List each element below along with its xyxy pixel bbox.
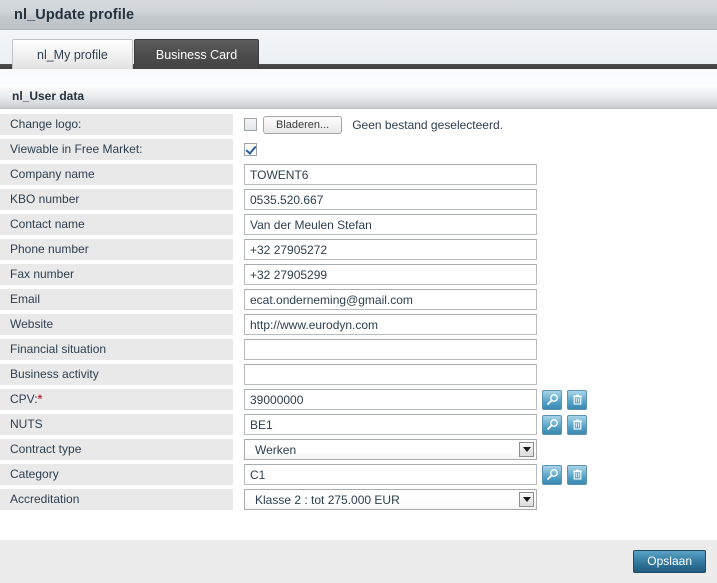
label-financial-situation: Financial situation [0, 339, 233, 360]
label-nuts: NUTS [0, 414, 233, 435]
field-company-name [233, 164, 717, 185]
email-input[interactable] [244, 289, 537, 310]
file-selection-status: Geen bestand geselecteerd. [352, 117, 503, 132]
tab-business-card[interactable]: Business Card [133, 39, 260, 69]
accreditation-select-value: Klasse 2 : tot 275.000 EUR [255, 492, 400, 507]
cpv-input[interactable] [244, 389, 537, 410]
required-marker: * [37, 392, 43, 406]
form-row-contract-type: Contract type Werken [0, 439, 717, 460]
form-row-financial-situation: Financial situation [0, 339, 717, 360]
form-row-business-activity: Business activity [0, 364, 717, 385]
page-title: nl_Update profile [14, 6, 135, 23]
label-category: Category [0, 464, 233, 485]
save-button[interactable]: Opslaan [633, 550, 706, 573]
field-change-logo: Bladeren... Geen bestand geselecteerd. [233, 115, 717, 134]
form-row-company-name: Company name [0, 164, 717, 185]
form-row-contact-name: Contact name [0, 214, 717, 235]
tab-my-profile-label: nl_My profile [37, 48, 108, 62]
trash-icon[interactable] [567, 414, 587, 435]
phone-number-input[interactable] [244, 239, 537, 260]
company-name-input[interactable] [244, 164, 537, 185]
tab-business-card-label: Business Card [155, 48, 238, 62]
search-icon[interactable] [542, 389, 562, 410]
label-business-activity: Business activity [0, 364, 233, 385]
form-row-kbo-number: KBO number [0, 189, 717, 210]
form-row-viewable-free-market: Viewable in Free Market: [0, 139, 717, 160]
label-fax-number: Fax number [0, 264, 233, 285]
form-row-email: Email [0, 289, 717, 310]
field-fax-number [233, 264, 717, 285]
accreditation-select[interactable]: Klasse 2 : tot 275.000 EUR [244, 489, 537, 510]
field-viewable-free-market [233, 143, 717, 156]
nuts-input[interactable] [244, 414, 537, 435]
viewable-free-market-checkbox[interactable] [244, 143, 257, 156]
label-contact-name: Contact name [0, 214, 233, 235]
form-row-change-logo: Change logo: Bladeren... Geen bestand ge… [0, 114, 717, 135]
browse-file-button[interactable]: Bladeren... [263, 115, 343, 134]
section-header-user-data: nl_User data [0, 84, 717, 109]
change-logo-checkbox[interactable] [244, 118, 257, 131]
field-kbo-number [233, 189, 717, 210]
chevron-down-icon[interactable] [519, 492, 534, 507]
field-cpv [233, 389, 717, 410]
label-website: Website [0, 314, 233, 335]
form-row-phone-number: Phone number [0, 239, 717, 260]
field-business-activity [233, 364, 717, 385]
form-row-website: Website [0, 314, 717, 335]
contract-type-select[interactable]: Werken [244, 439, 537, 460]
contact-name-input[interactable] [244, 214, 537, 235]
form-row-accreditation: Accreditation Klasse 2 : tot 275.000 EUR [0, 489, 717, 510]
form-rows-container: Company name KBO number Contact name Phone … [0, 164, 717, 510]
section-header-label: nl_User data [12, 89, 85, 103]
label-accreditation: Accreditation [0, 489, 233, 510]
field-nuts [233, 414, 717, 435]
chevron-down-icon[interactable] [519, 442, 534, 457]
business-card-form: Change logo: Bladeren... Geen bestand ge… [0, 109, 717, 510]
form-footer: Opslaan [0, 539, 717, 583]
financial-situation-input[interactable] [244, 339, 537, 360]
field-accreditation: Klasse 2 : tot 275.000 EUR [233, 489, 717, 510]
kbo-number-input[interactable] [244, 189, 537, 210]
tab-strip: nl_My profile Business Card [0, 30, 717, 69]
website-input[interactable] [244, 314, 537, 335]
fax-number-input[interactable] [244, 264, 537, 285]
field-contact-name [233, 214, 717, 235]
label-viewable-free-market: Viewable in Free Market: [0, 139, 233, 160]
form-row-nuts: NUTS [0, 414, 717, 435]
field-phone-number [233, 239, 717, 260]
form-row-category: Category [0, 464, 717, 485]
label-contract-type: Contract type [0, 439, 233, 460]
trash-icon[interactable] [567, 389, 587, 410]
label-email: Email [0, 289, 233, 310]
section-spacer [0, 69, 717, 84]
field-contract-type: Werken [233, 439, 717, 460]
window-title-bar: nl_Update profile [0, 0, 717, 30]
contract-type-select-value: Werken [255, 442, 297, 457]
field-email [233, 289, 717, 310]
label-change-logo: Change logo: [0, 114, 233, 135]
category-input[interactable] [244, 464, 537, 485]
label-phone-number: Phone number [0, 239, 233, 260]
search-icon[interactable] [542, 414, 562, 435]
trash-icon[interactable] [567, 464, 587, 485]
business-activity-input[interactable] [244, 364, 537, 385]
field-financial-situation [233, 339, 717, 360]
label-company-name: Company name [0, 164, 233, 185]
tab-my-profile[interactable]: nl_My profile [12, 39, 133, 69]
search-icon[interactable] [542, 464, 562, 485]
field-website [233, 314, 717, 335]
label-cpv: CPV:* [0, 389, 233, 410]
field-category [233, 464, 717, 485]
form-row-fax-number: Fax number [0, 264, 717, 285]
form-row-cpv: CPV:* [0, 389, 717, 410]
label-kbo-number: KBO number [0, 189, 233, 210]
